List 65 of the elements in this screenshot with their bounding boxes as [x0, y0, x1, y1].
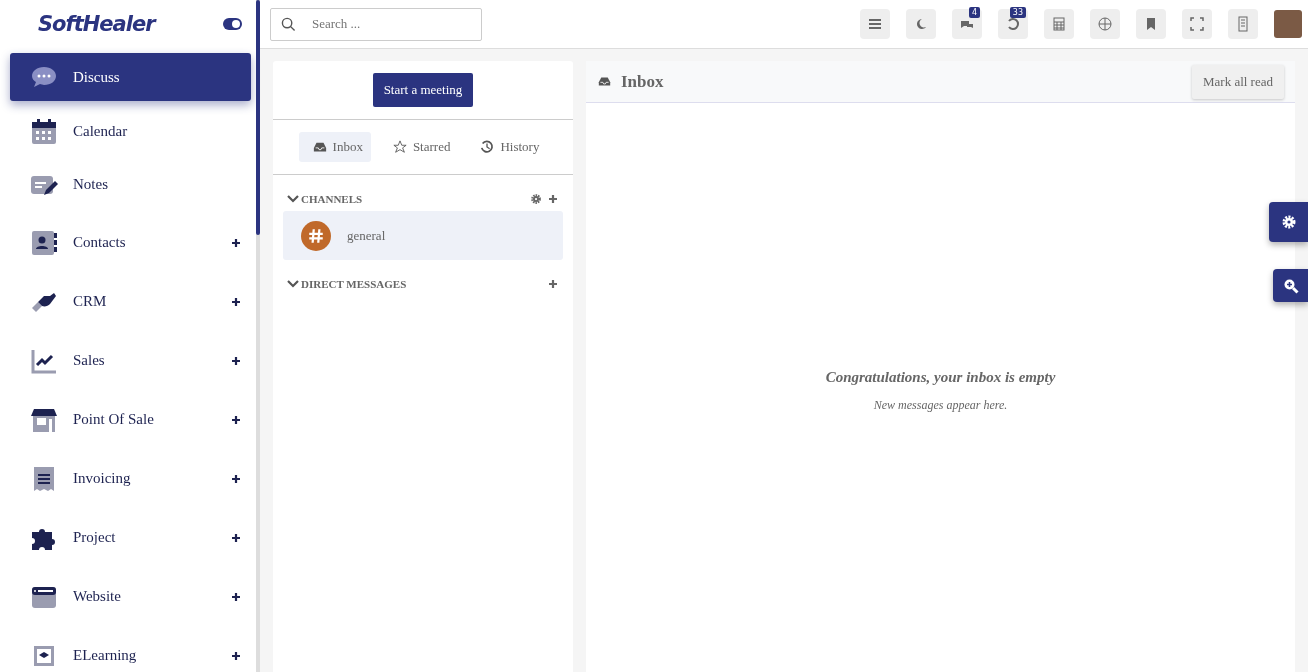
- toolbar-button[interactable]: 33: [998, 9, 1028, 39]
- sidebar-item[interactable]: Contacts: [10, 213, 251, 272]
- add-icon[interactable]: [548, 279, 558, 289]
- logo[interactable]: SoftHealer: [38, 12, 155, 36]
- count-badge: 4: [968, 7, 980, 18]
- section-header[interactable]: DIRECT MESSAGES: [301, 278, 407, 290]
- empty-title: Congratulations, your inbox is empty: [825, 369, 1056, 386]
- chevron-down-icon[interactable]: [287, 195, 299, 203]
- sidebar-item[interactable]: CRM: [10, 272, 251, 331]
- zoom-in-icon: [1282, 277, 1299, 294]
- history-icon: [480, 140, 495, 154]
- toolbar-button[interactable]: [1044, 9, 1074, 39]
- sidebar-item[interactable]: Sales: [10, 331, 251, 390]
- toolbar-button[interactable]: [1136, 9, 1166, 39]
- start-meeting-button[interactable]: Start a meeting: [372, 73, 474, 107]
- search-field[interactable]: Search ...: [270, 7, 482, 41]
- plus-icon[interactable]: [231, 237, 241, 248]
- count-badge: 33: [1009, 7, 1026, 18]
- sidebar-item[interactable]: Invoicing: [10, 449, 251, 508]
- sidebar-item[interactable]: Calendar: [10, 105, 251, 158]
- toolbar-button[interactable]: [860, 9, 890, 39]
- add-icon[interactable]: [548, 194, 558, 204]
- fullscreen-icon: [1189, 16, 1205, 32]
- scrollbar[interactable]: [256, 0, 260, 672]
- settings-icon[interactable]: [530, 193, 542, 205]
- settings-icon: [1280, 214, 1297, 230]
- plus-icon[interactable]: [231, 473, 241, 484]
- settings-button[interactable]: [1269, 202, 1308, 242]
- calendar-icon: [30, 117, 58, 146]
- inbox-title: Inbox: [598, 71, 664, 92]
- globe-icon: [1097, 16, 1113, 32]
- zoom-button[interactable]: [1273, 269, 1308, 302]
- sidebar-item[interactable]: Notes: [10, 158, 251, 211]
- sidebar-item[interactable]: Project: [10, 508, 251, 567]
- toolbar-button[interactable]: [1182, 9, 1212, 39]
- toolbar-button[interactable]: [1090, 9, 1120, 39]
- mailbox-tab[interactable]: History: [466, 132, 548, 162]
- toolbar-button[interactable]: [906, 9, 936, 39]
- plus-icon[interactable]: [231, 414, 241, 425]
- sidebar-item[interactable]: Discuss: [10, 53, 251, 101]
- empty-text: New messages appear here.: [873, 398, 1008, 413]
- plus-icon[interactable]: [231, 591, 241, 602]
- refresh-icon: [1005, 16, 1021, 32]
- chevron-down-icon[interactable]: [287, 280, 299, 288]
- list-icon: [867, 16, 883, 32]
- plus-icon[interactable]: [231, 532, 241, 543]
- calculator-icon: [1051, 16, 1067, 32]
- plus-icon[interactable]: [231, 650, 241, 661]
- sidebar-item[interactable]: Point Of Sale: [10, 390, 251, 449]
- mailbox-tab[interactable]: Inbox: [298, 132, 371, 162]
- mark-all-read-button[interactable]: Mark all read: [1191, 64, 1284, 99]
- inbox-icon: [312, 140, 327, 154]
- search-icon: [281, 16, 296, 32]
- channel-item[interactable]: general: [283, 211, 563, 260]
- toolbar-button[interactable]: 4: [952, 9, 982, 39]
- star-icon: [392, 140, 407, 154]
- contact-book-icon: [30, 228, 58, 257]
- sidebar-item[interactable]: ELearning: [10, 626, 251, 672]
- mailbox-tab[interactable]: Starred: [378, 132, 459, 162]
- inbox-icon: [598, 75, 611, 88]
- plus-icon[interactable]: [231, 296, 241, 307]
- theme-toggle[interactable]: [223, 18, 242, 30]
- section-header[interactable]: CHANNELS: [301, 193, 363, 205]
- sidebar-item[interactable]: Website: [10, 567, 251, 626]
- plus-icon[interactable]: [231, 355, 241, 366]
